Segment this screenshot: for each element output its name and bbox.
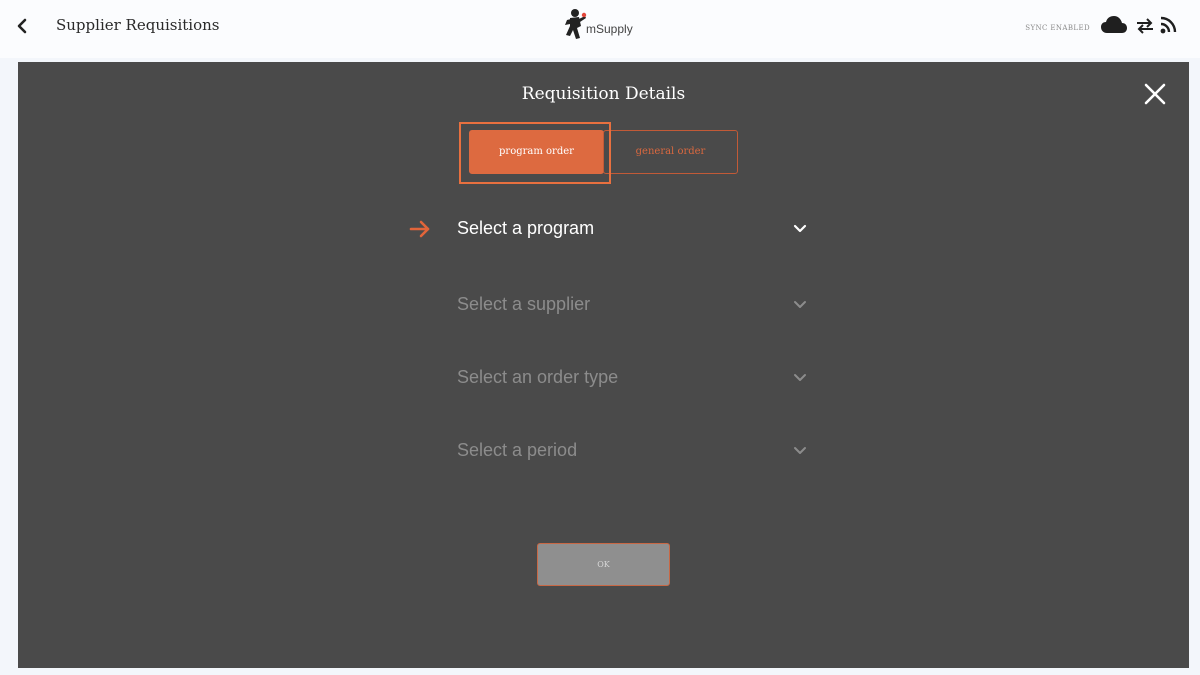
close-icon[interactable] (1143, 82, 1167, 106)
requisition-details-modal: Requisition Details program order genera… (18, 62, 1189, 668)
arrow-right-icon (409, 218, 431, 240)
cloud-icon[interactable] (1100, 14, 1128, 41)
tab-general-order[interactable]: general order (603, 130, 738, 174)
running-figure-icon (564, 8, 588, 44)
rss-icon[interactable] (1160, 15, 1178, 40)
sync-arrows-icon[interactable] (1136, 17, 1154, 40)
order-type-select-label: Select an order type (457, 367, 619, 387)
ok-button[interactable]: OK (537, 543, 670, 586)
brand-name: mSupply (586, 22, 633, 36)
page-title: Supplier Requisitions (56, 16, 220, 34)
supplier-select[interactable]: Select a supplier (457, 288, 807, 322)
modal-title: Requisition Details (521, 84, 686, 104)
brand-logo: mSupply (564, 8, 654, 46)
back-chevron-icon[interactable] (14, 15, 32, 37)
chevron-down-icon (793, 371, 807, 385)
order-type-select[interactable]: Select an order type (457, 361, 807, 395)
order-type-toggle: program order general order (459, 122, 738, 184)
period-select[interactable]: Select a period (457, 434, 807, 468)
period-select-label: Select a period (457, 440, 578, 460)
chevron-down-icon (793, 298, 807, 312)
chevron-down-icon (793, 222, 807, 236)
header-status-icons (1098, 14, 1188, 40)
tab-program-order[interactable]: program order (469, 130, 604, 174)
app-root: Supplier Requisitions mSupply SYNC ENABL… (0, 0, 1200, 675)
header-bar: Supplier Requisitions mSupply SYNC ENABL… (0, 0, 1200, 58)
chevron-down-icon (793, 444, 807, 458)
sync-status-label: SYNC ENABLED (1025, 24, 1090, 32)
supplier-select-label: Select a supplier (457, 294, 591, 314)
program-select-label: Select a program (457, 218, 595, 238)
program-select[interactable]: Select a program (457, 212, 807, 246)
